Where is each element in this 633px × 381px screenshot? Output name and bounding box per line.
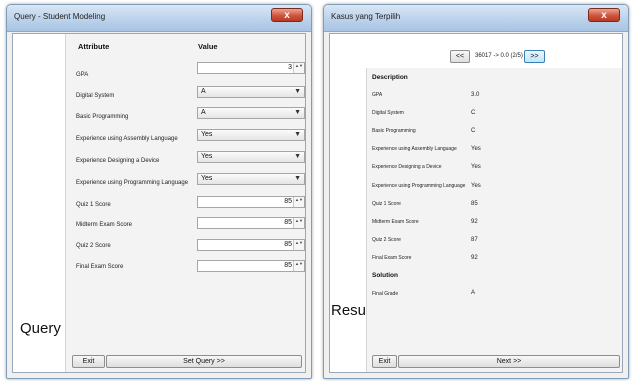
result-quiz2-label: Quiz 2 Score <box>372 237 401 243</box>
assembly-experience-value: Yes <box>201 131 213 138</box>
final-exam-spinner[interactable]: 85 ▲▼ <box>197 260 305 272</box>
quiz1-label: Quiz 1 Score <box>76 202 111 208</box>
result-digital-system-value: C <box>471 110 476 116</box>
final-exam-label: Final Exam Score <box>76 264 124 270</box>
set-query-button[interactable]: Set Query >> <box>106 355 302 368</box>
programming-experience-label: Experience using Programming Language <box>76 180 189 186</box>
quiz2-label: Quiz 2 Score <box>76 243 111 249</box>
result-body: Result << 36017 -> 0.0 (2/5) >> Descript… <box>329 33 623 373</box>
midterm-value: 85 <box>284 219 292 226</box>
next-case-button[interactable]: >> <box>524 50 545 63</box>
result-quiz2-value: 87 <box>471 237 478 243</box>
result-window: Kasus yang Terpilih x Result << 36017 ->… <box>323 4 629 379</box>
chevron-down-icon: ▼ <box>294 109 301 116</box>
spinner-arrows-icon[interactable]: ▲▼ <box>293 261 304 271</box>
next-button[interactable]: Next >> <box>398 355 620 368</box>
result-quiz1-label: Quiz 1 Score <box>372 201 401 207</box>
result-programming-experience-value: Yes <box>471 183 481 189</box>
spinner-arrows-icon[interactable]: ▲▼ <box>293 63 304 73</box>
chevron-down-icon: ▼ <box>294 131 301 138</box>
query-side-label: Query <box>20 320 61 337</box>
result-basic-programming-value: C <box>471 128 476 134</box>
chevron-down-icon: ▼ <box>294 175 301 182</box>
result-device-design-experience-value: Yes <box>471 164 481 170</box>
result-titlebar[interactable]: Kasus yang Terpilih x <box>324 5 628 32</box>
digital-system-label: Digital System <box>76 93 115 99</box>
midterm-label: Midterm Exam Score <box>76 222 133 228</box>
quiz1-value: 85 <box>284 198 292 205</box>
query-close-button[interactable]: x <box>271 8 303 22</box>
midterm-spinner[interactable]: 85 ▲▼ <box>197 217 305 229</box>
final-grade-value: A <box>471 290 476 296</box>
gpa-spinner[interactable]: 3 ▲▼ <box>197 62 305 74</box>
result-basic-programming-label: Basic Programming <box>372 128 416 134</box>
description-header: Description <box>372 74 408 81</box>
result-programming-experience-label: Experience using Programming Language <box>372 183 466 189</box>
result-window-title: Kasus yang Terpilih <box>331 12 401 21</box>
digital-system-value: A <box>201 88 206 95</box>
previous-case-button[interactable]: << <box>450 50 470 63</box>
result-gpa-label: GPA <box>372 92 383 98</box>
query-exit-button[interactable]: Exit <box>72 355 105 368</box>
spinner-arrows-icon[interactable]: ▲▼ <box>293 240 304 250</box>
case-navigation-label: 36017 -> 0.0 (2/5) <box>475 53 523 59</box>
quiz2-spinner[interactable]: 85 ▲▼ <box>197 239 305 251</box>
result-assembly-experience-value: Yes <box>471 146 481 152</box>
quiz1-spinner[interactable]: 85 ▲▼ <box>197 196 305 208</box>
spinner-arrows-icon[interactable]: ▲▼ <box>293 218 304 228</box>
basic-programming-value: A <box>201 109 206 116</box>
programming-experience-value: Yes <box>201 175 213 182</box>
assembly-experience-label: Experience using Assembly Language <box>76 136 178 142</box>
device-design-experience-select[interactable]: Yes ▼ <box>197 151 305 163</box>
result-quiz1-value: 85 <box>471 201 478 207</box>
query-titlebar[interactable]: Query - Student Modeling x <box>7 5 311 32</box>
result-assembly-experience-label: Experience using Assembly Language <box>372 146 457 152</box>
result-gpa-value: 3.0 <box>471 92 480 98</box>
device-design-experience-value: Yes <box>201 153 213 160</box>
gpa-value: 3 <box>288 64 292 71</box>
basic-programming-select[interactable]: A ▼ <box>197 107 305 119</box>
final-grade-label: Final Grade <box>372 291 399 297</box>
final-exam-value: 85 <box>284 262 292 269</box>
result-close-button[interactable]: x <box>588 8 620 22</box>
query-body: Query Attribute Value GPA 3 ▲▼ Digital S… <box>12 33 306 373</box>
result-final-exam-value: 92 <box>471 255 478 261</box>
gpa-label: GPA <box>76 72 89 78</box>
assembly-experience-select[interactable]: Yes ▼ <box>197 129 305 141</box>
result-midterm-label: Midterm Exam Score <box>372 219 419 225</box>
query-window-title: Query - Student Modeling <box>14 12 106 21</box>
chevron-down-icon: ▼ <box>294 153 301 160</box>
result-digital-system-label: Digital System <box>372 110 404 116</box>
basic-programming-label: Basic Programming <box>76 114 129 120</box>
digital-system-select[interactable]: A ▼ <box>197 86 305 98</box>
spinner-arrows-icon[interactable]: ▲▼ <box>293 197 304 207</box>
solution-header: Solution <box>372 272 398 279</box>
result-final-exam-label: Final Exam Score <box>372 255 412 261</box>
device-design-experience-label: Experience Designing a Device <box>76 158 160 164</box>
result-midterm-value: 92 <box>471 219 478 225</box>
quiz2-value: 85 <box>284 241 292 248</box>
result-device-design-experience-label: Experience Designing a Device <box>372 164 442 170</box>
chevron-down-icon: ▼ <box>294 88 301 95</box>
query-window: Query - Student Modeling x Query Attribu… <box>6 4 312 379</box>
result-exit-button[interactable]: Exit <box>372 355 397 368</box>
programming-experience-select[interactable]: Yes ▼ <box>197 173 305 185</box>
value-header: Value <box>198 42 218 51</box>
attribute-header: Attribute <box>78 42 110 51</box>
